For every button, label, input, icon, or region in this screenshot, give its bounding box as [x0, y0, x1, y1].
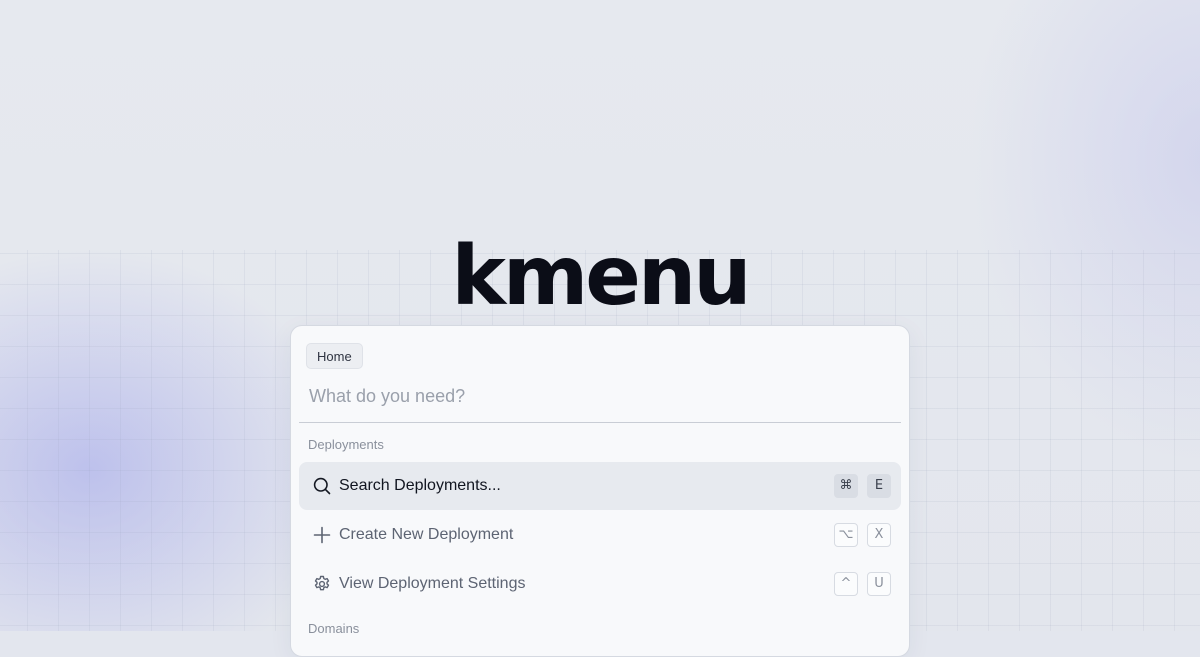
shortcut-key: ⌥ [834, 523, 858, 547]
gear-icon [313, 575, 331, 593]
group-label-domains: Domains [308, 621, 360, 636]
brand-title: kmenu [451, 236, 751, 324]
plus-icon [313, 526, 331, 544]
divider [299, 422, 901, 423]
search-input[interactable] [299, 378, 899, 414]
shortcut-key: ⌘ [834, 474, 858, 498]
group-label-deployments: Deployments [308, 437, 384, 452]
shortcut-key: ^ [834, 572, 858, 596]
command-item-label: View Deployment Settings [339, 575, 526, 592]
breadcrumb-home[interactable]: Home [306, 343, 363, 369]
shortcut-key: X [867, 523, 891, 547]
command-item-label: Create New Deployment [339, 526, 514, 543]
command-item-deployment-settings[interactable]: View Deployment Settings ^ U [299, 560, 901, 608]
shortcut-key: E [867, 474, 891, 498]
command-item-search-deployments[interactable]: Search Deployments... ⌘ E [299, 462, 901, 510]
command-item-create-deployment[interactable]: Create New Deployment ⌥ X [299, 511, 901, 559]
command-item-label: Search Deployments... [339, 477, 501, 494]
shortcut-key: U [867, 572, 891, 596]
command-palette: Home Deployments Search Deployments... ⌘… [290, 325, 910, 657]
search-icon [313, 477, 331, 495]
